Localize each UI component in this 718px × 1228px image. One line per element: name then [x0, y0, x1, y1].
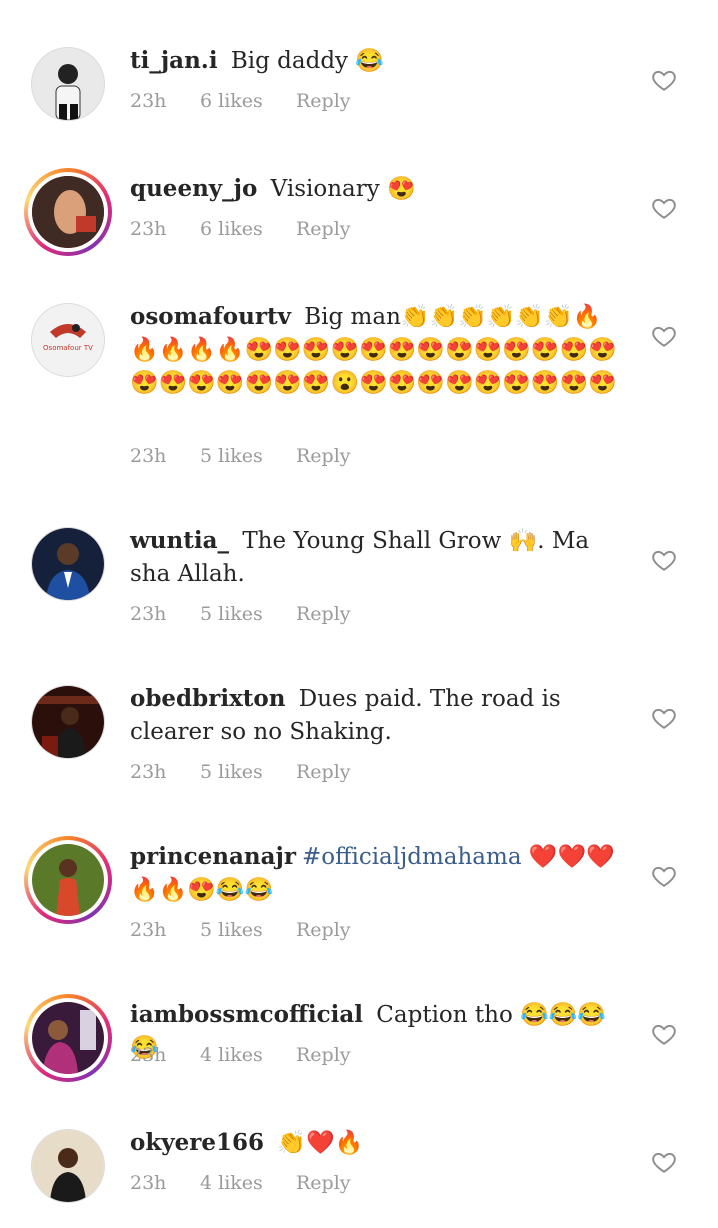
heart-outline-icon[interactable] [651, 863, 677, 889]
avatar[interactable] [32, 1130, 104, 1202]
avatar[interactable] [32, 528, 104, 600]
likes-count[interactable]: 6 likes [200, 218, 263, 240]
comment-text: wuntia_ The Young Shall Grow 🙌. Ma sha A… [130, 524, 620, 591]
likes-count[interactable]: 4 likes [200, 1172, 263, 1194]
timestamp: 23h [130, 445, 167, 467]
heart-outline-icon[interactable] [651, 547, 677, 573]
heart-outline-icon[interactable] [651, 1021, 677, 1047]
reply-button[interactable]: Reply [296, 919, 351, 941]
comment-text: ti_jan.i Big daddy 😂 [130, 44, 620, 78]
likes-count[interactable]: 5 likes [200, 919, 263, 941]
avatar[interactable] [32, 844, 104, 916]
username[interactable]: okyere166 [130, 1129, 264, 1156]
reply-button[interactable]: Reply [296, 218, 351, 240]
timestamp: 23h [130, 90, 167, 112]
comment-text: obedbrixton Dues paid. The road is clear… [130, 682, 620, 749]
username[interactable]: wuntia_ [130, 527, 229, 554]
comment-text: princenanajr #officialjdmahama ❤️❤️❤️🔥🔥😍😂… [130, 840, 620, 907]
username[interactable]: ti_jan.i [130, 47, 218, 74]
comment-text: osomafourtv Big man👏👏👏👏👏👏🔥🔥🔥🔥🔥😍😍😍😍😍😍😍😍😍😍… [130, 300, 620, 400]
likes-count[interactable]: 4 likes [200, 1044, 263, 1066]
heart-outline-icon[interactable] [651, 323, 677, 349]
avatar[interactable] [32, 176, 104, 248]
hashtag-link[interactable]: #officialjdmahama [302, 844, 522, 870]
heart-outline-icon[interactable] [651, 705, 677, 731]
heart-outline-icon[interactable] [651, 1149, 677, 1175]
heart-outline-icon[interactable] [651, 195, 677, 221]
username[interactable]: iambossmcofficial [130, 1001, 363, 1028]
comment-text: queeny_jo Visionary 😍 [130, 172, 620, 206]
story-ring[interactable] [24, 836, 112, 924]
likes-count[interactable]: 6 likes [200, 90, 263, 112]
reply-button[interactable]: Reply [296, 761, 351, 783]
svg-text:Osomafour TV: Osomafour TV [43, 344, 93, 352]
avatar[interactable] [32, 1002, 104, 1074]
username[interactable]: osomafourtv [130, 303, 291, 330]
username[interactable]: princenanajr [130, 843, 296, 870]
timestamp: 23h [130, 919, 167, 941]
reply-button[interactable]: Reply [296, 1044, 351, 1066]
heart-outline-icon[interactable] [651, 67, 677, 93]
comment-body: Big daddy 😂 [223, 48, 384, 74]
timestamp: 23h [130, 1172, 167, 1194]
timestamp: 23h [130, 761, 167, 783]
avatar[interactable] [32, 686, 104, 758]
likes-count[interactable]: 5 likes [200, 445, 263, 467]
username[interactable]: obedbrixton [130, 685, 285, 712]
likes-count[interactable]: 5 likes [200, 761, 263, 783]
story-ring[interactable] [24, 168, 112, 256]
timestamp: 23h [130, 1044, 167, 1066]
comment-body: 👏❤️🔥 [270, 1130, 364, 1156]
comment-text: okyere166 👏❤️🔥 [130, 1126, 620, 1160]
reply-button[interactable]: Reply [296, 90, 351, 112]
story-ring[interactable] [24, 994, 112, 1082]
likes-count[interactable]: 5 likes [200, 603, 263, 625]
timestamp: 23h [130, 603, 167, 625]
reply-button[interactable]: Reply [296, 603, 351, 625]
reply-button[interactable]: Reply [296, 1172, 351, 1194]
username[interactable]: queeny_jo [130, 175, 257, 202]
comment-body: Visionary 😍 [263, 176, 416, 202]
reply-button[interactable]: Reply [296, 445, 351, 467]
avatar[interactable]: Osomafour TV [32, 304, 104, 376]
timestamp: 23h [130, 218, 167, 240]
avatar[interactable] [32, 48, 104, 120]
